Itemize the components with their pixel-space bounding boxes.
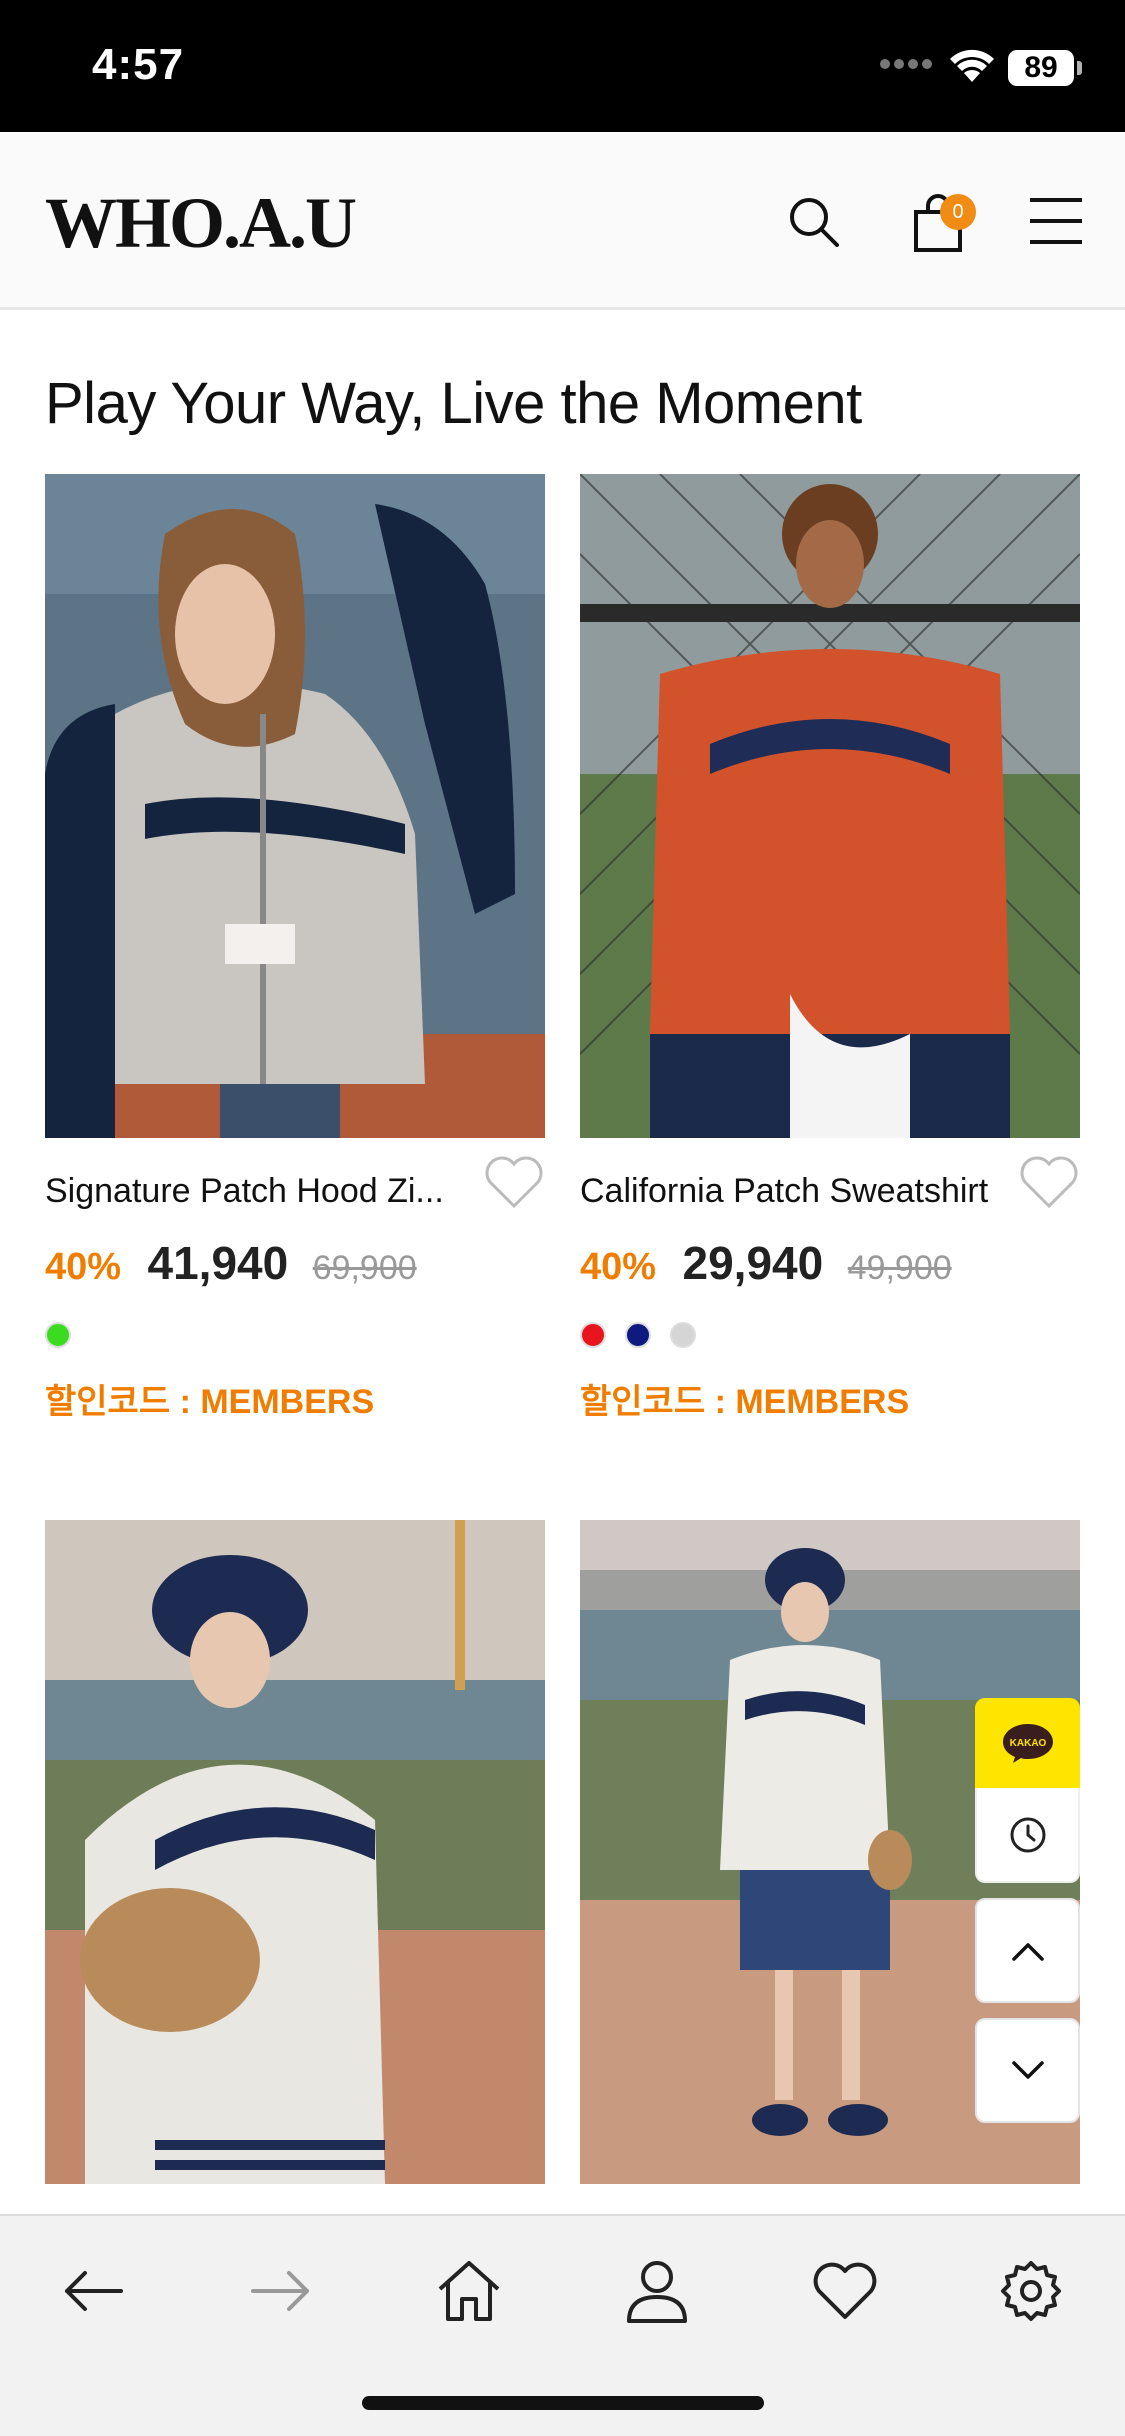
kakao-talk-icon: KAKAO	[1002, 1724, 1053, 1763]
brand-logo[interactable]: WHO.A.U	[45, 182, 357, 265]
battery-nub	[1077, 61, 1082, 75]
settings-icon	[1001, 2261, 1061, 2321]
site-header: WHO.A.U 0	[0, 132, 1125, 310]
color-swatch[interactable]	[45, 1322, 71, 1348]
product-image[interactable]	[45, 1520, 545, 2184]
sale-price: 41,940	[147, 1237, 289, 1289]
coupon-code: 할인코드 : MEMBERS	[45, 1383, 375, 1421]
color-swatch[interactable]	[670, 1322, 696, 1348]
settings-button[interactable]	[986, 2246, 1076, 2336]
price-row: 40% 41,940 69,900	[45, 1236, 417, 1290]
chevron-down-icon	[1011, 2060, 1044, 2079]
color-swatch[interactable]	[625, 1322, 651, 1348]
wishlist-heart-icon[interactable]	[483, 1154, 545, 1210]
scroll-to-top-button[interactable]	[975, 1898, 1080, 2003]
back-icon	[65, 2271, 123, 2311]
product-name[interactable]: Signature Patch Hood Zi...	[45, 1172, 485, 1211]
color-swatches	[45, 1322, 71, 1348]
product-card[interactable]: Signature Patch Hood Zi... 40% 41,940 69…	[45, 474, 545, 1421]
color-swatches	[580, 1322, 696, 1348]
hamburger-menu-icon[interactable]	[1030, 196, 1082, 246]
kakao-label: KAKAO	[1009, 1738, 1046, 1749]
product-card[interactable]: California Patch Sweatshirt 40% 29,940 4…	[580, 474, 1080, 1421]
kakao-chat-button[interactable]: KAKAO	[975, 1698, 1080, 1788]
original-price: 49,900	[847, 1249, 952, 1287]
profile-button[interactable]	[612, 2246, 702, 2336]
product-image[interactable]	[45, 474, 545, 1138]
back-button[interactable]	[48, 2246, 138, 2336]
chevron-up-icon	[1011, 1942, 1044, 1961]
sale-price: 29,940	[682, 1237, 824, 1289]
scroll-to-bottom-button[interactable]	[975, 2018, 1080, 2123]
home-button[interactable]	[424, 2246, 514, 2336]
status-bar: 4:57 89	[0, 0, 1125, 132]
forward-button[interactable]	[236, 2246, 326, 2336]
color-swatch[interactable]	[580, 1322, 606, 1348]
home-icon	[438, 2261, 500, 2321]
wifi-icon	[950, 49, 994, 82]
cart-count-badge: 0	[940, 194, 976, 230]
search-icon[interactable]	[786, 194, 842, 250]
original-price: 69,900	[312, 1249, 417, 1287]
status-time: 4:57	[92, 40, 185, 89]
wishlist-heart-icon[interactable]	[1018, 1154, 1080, 1210]
coupon-code: 할인코드 : MEMBERS	[580, 1383, 910, 1421]
section-title: Play Your Way, Live the Moment	[45, 371, 862, 436]
product-name[interactable]: California Patch Sweatshirt	[580, 1172, 1020, 1211]
forward-icon	[251, 2271, 309, 2311]
product-image[interactable]	[580, 474, 1080, 1138]
favorites-button[interactable]	[800, 2246, 890, 2336]
home-indicator	[362, 2396, 764, 2410]
recent-history-button[interactable]	[975, 1788, 1080, 1883]
profile-icon	[627, 2261, 687, 2323]
price-row: 40% 29,940 49,900	[580, 1236, 952, 1290]
discount-rate: 40%	[45, 1246, 122, 1288]
discount-rate: 40%	[580, 1246, 657, 1288]
heart-icon	[813, 2262, 877, 2319]
cellular-icon	[880, 59, 932, 69]
battery-indicator: 89	[1008, 50, 1074, 86]
clock-icon	[1010, 1817, 1045, 1852]
product-card[interactable]	[45, 1520, 545, 2184]
